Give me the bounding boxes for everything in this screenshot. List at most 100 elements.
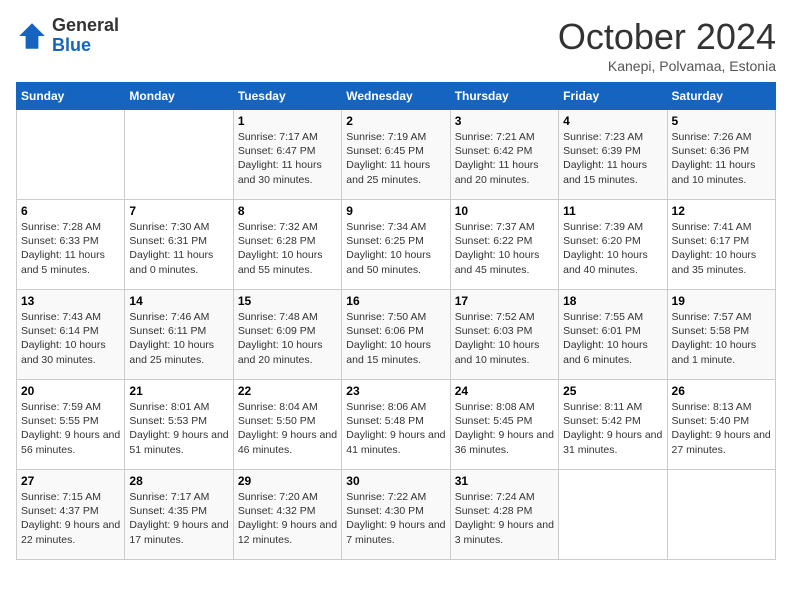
page-header: General Blue October 2024 Kanepi, Polvam… (16, 16, 776, 74)
calendar-cell: 24 Sunrise: 8:08 AMSunset: 5:45 PMDayligh… (450, 380, 558, 470)
day-number: 16 (346, 294, 445, 308)
logo-blue: Blue (52, 35, 91, 55)
calendar-cell: 16 Sunrise: 7:50 AMSunset: 6:06 PMDayligh… (342, 290, 450, 380)
day-info: Sunrise: 8:11 AMSunset: 5:42 PMDaylight:… (563, 400, 662, 457)
day-number: 29 (238, 474, 337, 488)
day-number: 18 (563, 294, 662, 308)
day-info: Sunrise: 8:13 AMSunset: 5:40 PMDaylight:… (672, 400, 771, 457)
day-number: 8 (238, 204, 337, 218)
calendar-cell: 18 Sunrise: 7:55 AMSunset: 6:01 PMDayligh… (559, 290, 667, 380)
day-number: 27 (21, 474, 120, 488)
header-day-wednesday: Wednesday (342, 83, 450, 110)
day-info: Sunrise: 7:39 AMSunset: 6:20 PMDaylight:… (563, 220, 662, 277)
day-number: 25 (563, 384, 662, 398)
calendar-cell: 29 Sunrise: 7:20 AMSunset: 4:32 PMDayligh… (233, 470, 341, 560)
calendar-cell: 2 Sunrise: 7:19 AMSunset: 6:45 PMDaylight… (342, 110, 450, 200)
calendar-cell: 3Sunrise: 7:21 AMSunset: 6:42 PMDaylight… (450, 110, 558, 200)
day-info: Sunrise: 7:46 AMSunset: 6:11 PMDaylight:… (129, 310, 228, 367)
calendar-cell: 28 Sunrise: 7:17 AMSunset: 4:35 PMDayligh… (125, 470, 233, 560)
header-day-thursday: Thursday (450, 83, 558, 110)
day-info: Sunrise: 7:37 AMSunset: 6:22 PMDaylight:… (455, 220, 554, 277)
day-info: Sunrise: 7:17 AMSunset: 4:35 PMDaylight:… (129, 490, 228, 547)
day-info: Sunrise: 7:48 AMSunset: 6:09 PMDaylight:… (238, 310, 337, 367)
day-number: 4 (563, 114, 662, 128)
calendar-cell: 8 Sunrise: 7:32 AMSunset: 6:28 PMDaylight… (233, 200, 341, 290)
day-number: 14 (129, 294, 228, 308)
calendar-cell: 23 Sunrise: 8:06 AMSunset: 5:48 PMDayligh… (342, 380, 450, 470)
day-info: Sunrise: 7:57 AMSunset: 5:58 PMDaylight:… (672, 310, 771, 367)
day-number: 28 (129, 474, 228, 488)
day-info: Sunrise: 7:24 AMSunset: 4:28 PMDaylight:… (455, 490, 554, 547)
day-number: 11 (563, 204, 662, 218)
calendar-cell (667, 470, 775, 560)
day-info: Sunrise: 7:30 AMSunset: 6:31 PMDaylight:… (129, 220, 228, 277)
day-info: Sunrise: 7:19 AMSunset: 6:45 PMDaylight:… (346, 130, 445, 187)
day-number: 20 (21, 384, 120, 398)
day-number: 23 (346, 384, 445, 398)
day-info: Sunrise: 7:41 AMSunset: 6:17 PMDaylight:… (672, 220, 771, 277)
header-day-saturday: Saturday (667, 83, 775, 110)
day-number: 6 (21, 204, 120, 218)
calendar-cell: 19 Sunrise: 7:57 AMSunset: 5:58 PMDayligh… (667, 290, 775, 380)
title-block: October 2024 Kanepi, Polvamaa, Estonia (558, 16, 776, 74)
calendar-table: SundayMondayTuesdayWednesdayThursdayFrid… (16, 82, 776, 560)
day-info: Sunrise: 8:08 AMSunset: 5:45 PMDaylight:… (455, 400, 554, 457)
calendar-cell: 15 Sunrise: 7:48 AMSunset: 6:09 PMDayligh… (233, 290, 341, 380)
day-info: Sunrise: 7:43 AMSunset: 6:14 PMDaylight:… (21, 310, 120, 367)
calendar-cell: 30 Sunrise: 7:22 AMSunset: 4:30 PMDayligh… (342, 470, 450, 560)
calendar-week-3: 13 Sunrise: 7:43 AMSunset: 6:14 PMDayligh… (17, 290, 776, 380)
header-day-sunday: Sunday (17, 83, 125, 110)
header-day-monday: Monday (125, 83, 233, 110)
day-number: 22 (238, 384, 337, 398)
day-number: 30 (346, 474, 445, 488)
day-number: 31 (455, 474, 554, 488)
calendar-cell: 1 Sunrise: 7:17 AMSunset: 6:47 PMDaylight… (233, 110, 341, 200)
day-number: 24 (455, 384, 554, 398)
day-number: 1 (238, 114, 337, 128)
day-number: 13 (21, 294, 120, 308)
calendar-cell (559, 470, 667, 560)
day-info: Sunrise: 8:01 AMSunset: 5:53 PMDaylight:… (129, 400, 228, 457)
day-info: Sunrise: 7:55 AMSunset: 6:01 PMDaylight:… (563, 310, 662, 367)
day-info: Sunrise: 7:59 AMSunset: 5:55 PMDaylight:… (21, 400, 120, 457)
day-number: 9 (346, 204, 445, 218)
logo-general: General (52, 15, 119, 35)
calendar-cell: 21Sunrise: 8:01 AMSunset: 5:53 PMDayligh… (125, 380, 233, 470)
day-info: Sunrise: 7:26 AMSunset: 6:36 PMDaylight:… (672, 130, 771, 187)
calendar-cell (125, 110, 233, 200)
day-number: 26 (672, 384, 771, 398)
calendar-cell: 11 Sunrise: 7:39 AMSunset: 6:20 PMDayligh… (559, 200, 667, 290)
day-number: 12 (672, 204, 771, 218)
day-info: Sunrise: 7:32 AMSunset: 6:28 PMDaylight:… (238, 220, 337, 277)
calendar-cell: 10 Sunrise: 7:37 AMSunset: 6:22 PMDayligh… (450, 200, 558, 290)
day-info: Sunrise: 7:52 AMSunset: 6:03 PMDaylight:… (455, 310, 554, 367)
month-title: October 2024 (558, 16, 776, 58)
day-info: Sunrise: 7:20 AMSunset: 4:32 PMDaylight:… (238, 490, 337, 547)
day-info: Sunrise: 7:22 AMSunset: 4:30 PMDaylight:… (346, 490, 445, 547)
calendar-cell: 31 Sunrise: 7:24 AMSunset: 4:28 PMDayligh… (450, 470, 558, 560)
day-number: 10 (455, 204, 554, 218)
day-number: 2 (346, 114, 445, 128)
day-info: Sunrise: 7:28 AMSunset: 6:33 PMDaylight:… (21, 220, 120, 277)
day-info: Sunrise: 7:50 AMSunset: 6:06 PMDaylight:… (346, 310, 445, 367)
calendar-cell: 22 Sunrise: 8:04 AMSunset: 5:50 PMDayligh… (233, 380, 341, 470)
calendar-cell: 7Sunrise: 7:30 AMSunset: 6:31 PMDaylight… (125, 200, 233, 290)
logo-text: General Blue (52, 16, 119, 56)
calendar-cell: 25 Sunrise: 8:11 AMSunset: 5:42 PMDayligh… (559, 380, 667, 470)
day-info: Sunrise: 7:15 AMSunset: 4:37 PMDaylight:… (21, 490, 120, 547)
day-info: Sunrise: 7:34 AMSunset: 6:25 PMDaylight:… (346, 220, 445, 277)
logo: General Blue (16, 16, 119, 56)
day-info: Sunrise: 7:21 AMSunset: 6:42 PMDaylight:… (455, 130, 554, 187)
day-number: 19 (672, 294, 771, 308)
day-number: 15 (238, 294, 337, 308)
calendar-cell: 4Sunrise: 7:23 AMSunset: 6:39 PMDaylight… (559, 110, 667, 200)
calendar-week-2: 6 Sunrise: 7:28 AMSunset: 6:33 PMDaylight… (17, 200, 776, 290)
calendar-cell: 13 Sunrise: 7:43 AMSunset: 6:14 PMDayligh… (17, 290, 125, 380)
day-info: Sunrise: 8:06 AMSunset: 5:48 PMDaylight:… (346, 400, 445, 457)
day-info: Sunrise: 8:04 AMSunset: 5:50 PMDaylight:… (238, 400, 337, 457)
header-day-tuesday: Tuesday (233, 83, 341, 110)
day-info: Sunrise: 7:17 AMSunset: 6:47 PMDaylight:… (238, 130, 337, 187)
calendar-cell: 17Sunrise: 7:52 AMSunset: 6:03 PMDayligh… (450, 290, 558, 380)
calendar-week-5: 27 Sunrise: 7:15 AMSunset: 4:37 PMDayligh… (17, 470, 776, 560)
calendar-week-1: 1 Sunrise: 7:17 AMSunset: 6:47 PMDaylight… (17, 110, 776, 200)
